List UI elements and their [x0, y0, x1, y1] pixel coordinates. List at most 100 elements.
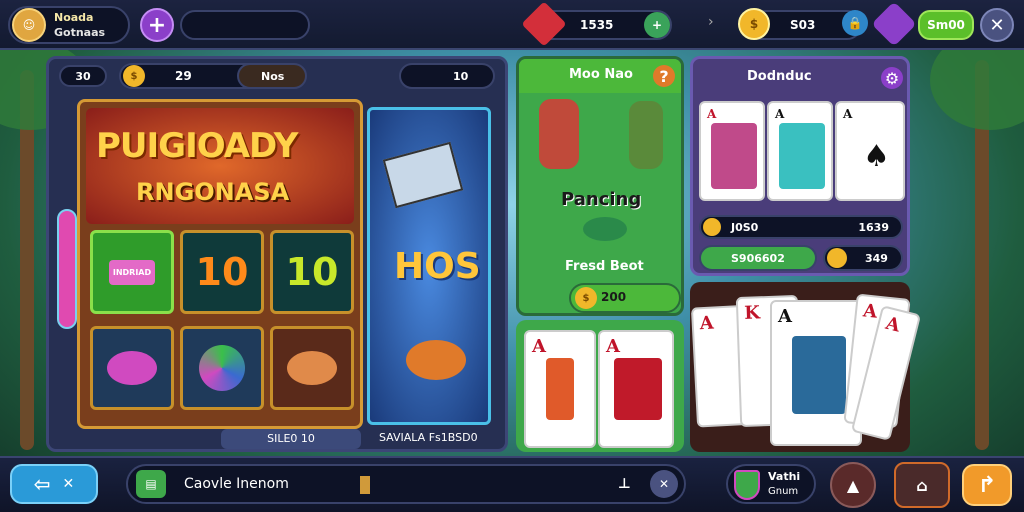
- reward-button[interactable]: Sm00: [918, 10, 974, 40]
- fishing-header-bar: Moo Nao ?: [519, 59, 681, 93]
- settings-icon[interactable]: ⚙: [881, 67, 903, 89]
- slot-machine: PUIGIOADY RNGONASA INDRIAD 10 10: [77, 99, 363, 429]
- card-rank: A: [606, 336, 620, 357]
- card-rank: A: [699, 312, 715, 335]
- top-bar: ☺ Noada Gotnaas + 1535 + › $ S03 🔒 Sm00 …: [0, 0, 1024, 50]
- bonus-text: HOS: [394, 246, 481, 287]
- gem-count: 1535: [580, 18, 614, 32]
- card-art: [546, 358, 574, 420]
- chat-icon[interactable]: ▤: [136, 470, 166, 498]
- side-menu[interactable]: [57, 209, 77, 329]
- badge-line-2: Gnum: [768, 486, 799, 497]
- cards-stat-2: 1639: [858, 221, 889, 234]
- player-profile[interactable]: ☺ Noada Gotnaas: [8, 6, 130, 44]
- share-button[interactable]: ↱: [962, 464, 1012, 506]
- card-rank: A: [775, 107, 785, 121]
- close-icon[interactable]: ✕: [980, 8, 1014, 42]
- slot-cell-fish-1[interactable]: [90, 326, 174, 410]
- plus-icon[interactable]: +: [140, 8, 174, 42]
- pin-icon[interactable]: ⊥: [618, 476, 631, 492]
- slot-cell-3[interactable]: 10: [270, 230, 354, 314]
- back-button[interactable]: ⇦ ✕: [10, 464, 98, 504]
- badge-line-1: Vathi: [768, 470, 801, 483]
- panel-card-2[interactable]: A: [767, 101, 833, 201]
- card-art: [792, 336, 846, 414]
- fishing-value: 200: [601, 290, 627, 304]
- cards-stat-row-3: 349: [823, 245, 903, 271]
- chat-label: Caovle Inenom: [184, 476, 289, 492]
- mini-cards-panel: A A: [516, 320, 684, 452]
- fish-icon: [406, 340, 466, 380]
- diamond-shop-icon[interactable]: [871, 1, 917, 47]
- shield-icon: [734, 470, 760, 500]
- fisher-character: [629, 101, 663, 169]
- home-icon[interactable]: ⌂: [894, 462, 950, 508]
- hand-panel: A K A A A: [690, 282, 922, 452]
- ball-icon: [199, 345, 245, 391]
- card-rank: A: [862, 300, 879, 323]
- close-icon[interactable]: ✕: [650, 470, 678, 498]
- arrow-icon: ›: [708, 14, 714, 30]
- lock-icon[interactable]: 🔒: [842, 10, 868, 36]
- coin-icon: $: [738, 8, 770, 40]
- gem-counter: 1535 +: [521, 1, 672, 47]
- slot-subtitle: RNGONASA: [136, 178, 290, 206]
- slot-title-banner: PUIGIOADY RNGONASA: [86, 108, 354, 224]
- add-gems-icon[interactable]: +: [644, 12, 670, 38]
- fisher-character: [539, 99, 579, 169]
- coin-icon: $: [123, 65, 145, 87]
- chest-icon: [382, 141, 464, 209]
- card-rank: A: [883, 312, 903, 337]
- fishing-panel[interactable]: Moo Nao ? Pancing Fresd Beot $ 200: [516, 56, 684, 316]
- slot-cell-2[interactable]: 10: [180, 230, 264, 314]
- share-icon: ↱: [977, 472, 997, 498]
- card-art: [779, 123, 825, 189]
- panel-card-1[interactable]: A: [699, 101, 765, 201]
- back-arrow-icon: ⇦: [33, 472, 51, 496]
- card-rank: A: [532, 336, 546, 357]
- trophy-icon: [360, 476, 370, 494]
- coin-counter: $ S03 🔒: [738, 8, 868, 40]
- fishing-subtitle: Fresd Beot: [565, 259, 644, 274]
- coin-icon: $: [575, 287, 597, 309]
- cards-stat-3: S906602: [731, 252, 785, 265]
- slot-left-counter: 30: [59, 65, 107, 87]
- slot-cell-ball[interactable]: [180, 326, 264, 410]
- mini-card-1[interactable]: A: [524, 330, 596, 448]
- mini-card-2[interactable]: A: [598, 330, 674, 448]
- cards-stat-row-1: J0S0 1639: [699, 215, 903, 239]
- card-rank: A: [707, 107, 717, 121]
- info-icon[interactable]: ?: [653, 65, 675, 87]
- slot-coin-value: 29: [175, 69, 192, 83]
- coin-icon: [827, 248, 847, 268]
- bottom-bar: ⇦ ✕ ▤ Caovle Inenom ⊥ ✕ Vathi Gnum ▲ ⌂ ↱: [0, 456, 1024, 512]
- player-subtitle: Gotnaas: [54, 26, 106, 39]
- fish-icon: [583, 217, 627, 241]
- slot-cell-1-label: INDRIAD: [108, 259, 156, 285]
- fish-icon: [287, 351, 337, 385]
- fish-icon: [107, 351, 157, 385]
- card-rank: A: [778, 306, 792, 327]
- card-art: [711, 123, 757, 189]
- panel-card-3[interactable]: A ♠: [835, 101, 905, 201]
- slot-footer-right: SAVIALA Fs1BSD0: [379, 431, 478, 444]
- slot-cell-1[interactable]: INDRIAD: [90, 230, 174, 314]
- slot-label: Nos: [237, 63, 307, 89]
- fishing-value-pill[interactable]: $ 200: [569, 283, 681, 313]
- cards-stat-1: J0S0: [731, 221, 759, 234]
- bonus-panel[interactable]: HOS: [367, 107, 491, 425]
- close-icon: ✕: [62, 476, 75, 492]
- player-name: Noada: [54, 11, 94, 24]
- card-rank: K: [743, 302, 761, 324]
- slot-cell-fish-2[interactable]: [270, 326, 354, 410]
- avatar: ☺: [12, 8, 46, 42]
- badge-panel[interactable]: Vathi Gnum: [726, 464, 816, 504]
- search-bar[interactable]: [180, 10, 310, 40]
- coin-count: S03: [790, 18, 816, 32]
- cards-stat-row-2[interactable]: S906602: [699, 245, 817, 271]
- slot-footer-left: SILE0 10: [221, 429, 361, 449]
- warning-icon[interactable]: ▲: [830, 462, 876, 508]
- cards-panel[interactable]: Dodnduc ⚙ A A A ♠ J0S0 1639 S906602 349: [690, 56, 910, 276]
- chat-bar[interactable]: ▤ Caovle Inenom ⊥ ✕: [126, 464, 686, 504]
- cards-stat-4: 349: [865, 252, 888, 265]
